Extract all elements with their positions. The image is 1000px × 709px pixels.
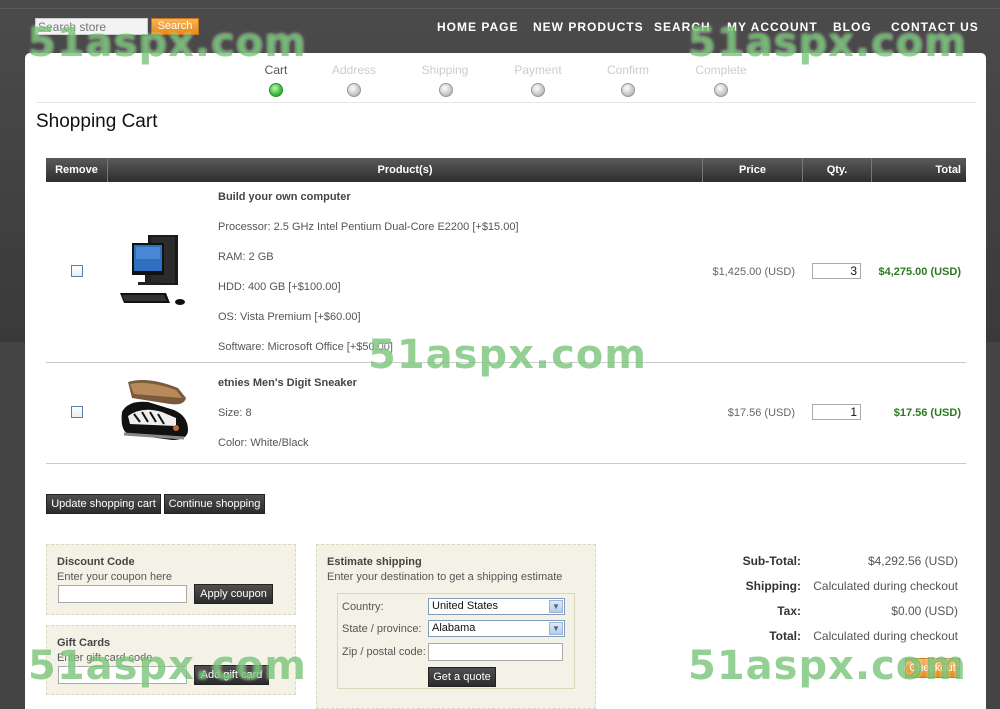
quantity-input[interactable]: 1	[812, 404, 861, 420]
apply-coupon-button[interactable]: Apply coupon	[194, 584, 273, 604]
header-products: Product(s)	[377, 164, 433, 176]
page-title: Shopping Cart	[36, 111, 158, 132]
header-remove: Remove	[55, 164, 98, 176]
unit-price: $17.56 (USD)	[727, 407, 795, 419]
watermark: 51aspx.com	[28, 643, 307, 689]
watermark: 51aspx.com	[28, 20, 307, 66]
computer-product-image[interactable]	[118, 231, 190, 313]
discount-title: Discount Code	[57, 556, 135, 568]
watermark: 51aspx.com	[688, 20, 967, 66]
menu-new-products[interactable]: NEW PRODUCTS	[533, 20, 644, 34]
chevron-down-icon: ▼	[549, 622, 563, 635]
estimate-shipping-title: Estimate shipping	[327, 556, 422, 568]
header-total: Total	[935, 164, 961, 176]
country-select[interactable]: United States ▼	[428, 598, 565, 615]
cart-table-header: Remove Product(s) Price Qty. Total	[46, 158, 966, 182]
product-attribute: HDD: 400 GB [+$100.00]	[218, 281, 341, 293]
step-confirm: Confirm	[606, 63, 649, 77]
header-qty: Qty.	[826, 164, 848, 176]
line-total: $4,275.00 (USD)	[878, 266, 961, 278]
product-attribute: Processor: 2.5 GHz Intel Pentium Dual-Co…	[218, 221, 519, 233]
get-a-quote-button[interactable]: Get a quote	[428, 667, 496, 687]
product-name-link[interactable]: Build your own computer	[218, 191, 351, 203]
divider	[36, 102, 976, 103]
total-value: Calculated during checkout	[813, 629, 958, 643]
product-name-link[interactable]: etnies Men's Digit Sneaker	[218, 377, 357, 389]
country-label: Country:	[342, 601, 384, 613]
country-select-value: United States	[432, 600, 499, 612]
step-address-indicator-icon	[347, 83, 361, 97]
product-attribute: Color: White/Black	[218, 437, 309, 449]
tax-value: $0.00 (USD)	[891, 604, 958, 618]
product-attribute: RAM: 2 GB	[218, 251, 274, 263]
product-attribute: OS: Vista Premium [+$60.00]	[218, 311, 361, 323]
discount-hint: Enter your coupon here	[57, 571, 172, 583]
step-shipping: Shipping	[421, 63, 469, 77]
chevron-down-icon: ▼	[549, 600, 563, 613]
product-attribute: Size: 8	[218, 407, 252, 419]
update-cart-button[interactable]: Update shopping cart	[46, 494, 161, 514]
step-confirm-indicator-icon	[621, 83, 635, 97]
coupon-code-input[interactable]	[58, 585, 187, 603]
step-cart-indicator-icon	[269, 83, 283, 97]
zip-label: Zip / postal code:	[342, 646, 426, 658]
menu-home-page[interactable]: HOME PAGE	[437, 20, 518, 34]
remove-checkbox[interactable]	[71, 265, 83, 277]
watermark: 51aspx.com	[368, 332, 647, 378]
line-total: $17.56 (USD)	[893, 407, 961, 419]
discount-code-panel: Discount Code Enter your coupon here App…	[46, 544, 296, 615]
sneaker-product-image[interactable]	[118, 376, 192, 448]
continue-shopping-button[interactable]: Continue shopping	[164, 494, 265, 514]
state-select-value: Alabama	[432, 622, 476, 634]
remove-checkbox[interactable]	[71, 406, 83, 418]
estimate-shipping-form: Country: United States ▼ State / provinc…	[337, 593, 575, 689]
unit-price: $1,425.00 (USD)	[712, 266, 795, 278]
quantity-input[interactable]: 3	[812, 263, 861, 279]
row-divider	[46, 463, 966, 464]
shipping-value: Calculated during checkout	[813, 579, 958, 593]
state-select[interactable]: Alabama ▼	[428, 620, 565, 637]
watermark: 51aspx.com	[688, 643, 967, 689]
estimate-shipping-hint: Enter your destination to get a shipping…	[327, 571, 563, 583]
zip-postal-code-input[interactable]	[428, 643, 563, 661]
subtotal-value: $4,292.56 (USD)	[867, 554, 958, 568]
step-address: Address	[331, 63, 377, 77]
step-complete-indicator-icon	[714, 83, 728, 97]
header-price: Price	[739, 164, 766, 176]
product-attribute: Software: Microsoft Office [+$50.00]	[218, 341, 393, 353]
step-shipping-indicator-icon	[439, 83, 453, 97]
step-payment-indicator-icon	[531, 83, 545, 97]
main-content: Cart Address Shipping Payment Confirm Co…	[25, 53, 986, 709]
state-label: State / province:	[342, 623, 422, 635]
step-payment: Payment	[514, 63, 562, 77]
estimate-shipping-panel: Estimate shipping Enter your destination…	[316, 544, 596, 709]
